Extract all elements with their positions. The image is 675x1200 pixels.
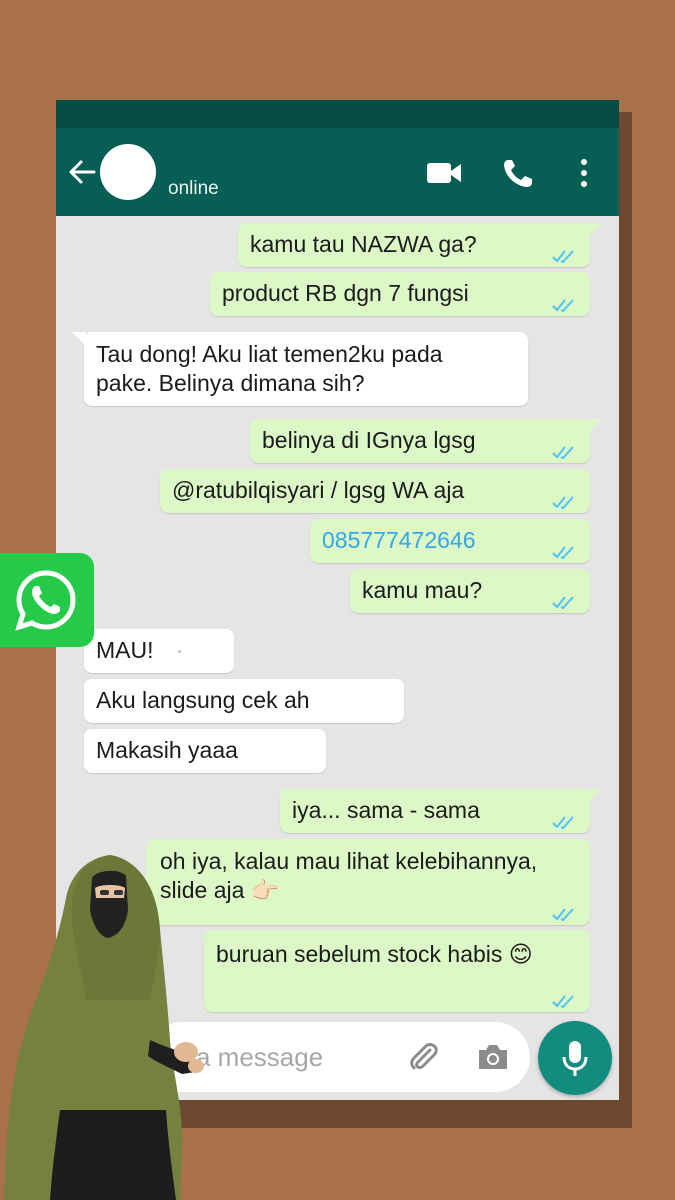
message-text: @ratubilqisyari / lgsg WA aja <box>172 477 465 503</box>
message-outgoing: iya... sama - sama <box>280 789 602 833</box>
read-ticks-icon <box>552 546 574 559</box>
voice-record-button[interactable] <box>538 1021 612 1095</box>
message-incoming: Makasih yaaa <box>84 729 326 773</box>
message-outgoing: buruan sebelum stock habis 😊 <box>204 930 590 1012</box>
read-ticks-icon <box>552 250 574 263</box>
contact-avatar[interactable] <box>100 144 156 200</box>
read-ticks-icon <box>552 446 574 459</box>
whatsapp-logo-icon <box>15 570 76 631</box>
message-outgoing: kamu mau? <box>350 569 590 613</box>
message-text: Makasih yaaa <box>96 737 238 763</box>
message-text: slide aja 👉🏻 <box>160 877 280 903</box>
message-text: belinya di IGnya lgsg <box>262 427 476 453</box>
person-illustration <box>4 855 204 1200</box>
message-text: kamu mau? <box>362 577 483 603</box>
message-outgoing: belinya di IGnya lgsg <box>250 419 602 463</box>
message-outgoing: @ratubilqisyari / lgsg WA aja <box>160 469 590 513</box>
contact-status: online <box>168 178 219 199</box>
read-ticks-icon <box>552 908 574 921</box>
read-ticks-icon <box>552 496 574 509</box>
video-call-icon[interactable] <box>426 158 462 188</box>
message-text: Tau dong! Aku liat temen2ku pada <box>96 341 443 367</box>
mic-icon <box>562 1041 588 1076</box>
phone-call-icon[interactable] <box>502 158 534 188</box>
message-text: pake. Belinya dimana sih? <box>96 370 365 396</box>
message-incoming: Aku langsung cek ah <box>84 679 404 723</box>
message-text: iya... sama - sama <box>292 797 480 823</box>
phone-number-link[interactable]: 085777472646 <box>322 527 476 553</box>
message-incoming: MAU! <box>84 629 234 673</box>
message-outgoing: kamu tau NAZWA ga? <box>238 223 602 267</box>
chat-header: online <box>56 128 619 216</box>
more-vert-icon[interactable] <box>574 158 594 188</box>
read-ticks-icon <box>552 816 574 829</box>
whatsapp-badge <box>0 553 94 647</box>
message-outgoing: product RB dgn 7 fungsi <box>210 272 590 316</box>
message-text: Aku langsung cek ah <box>96 687 310 713</box>
camera-icon[interactable] <box>476 1042 510 1072</box>
message-text: oh iya, kalau mau lihat kelebihannya, <box>160 848 538 874</box>
message-text: kamu tau NAZWA ga? <box>250 231 477 257</box>
message-text: buruan sebelum stock habis 😊 <box>216 941 533 967</box>
back-arrow-icon[interactable] <box>66 152 98 192</box>
read-ticks-icon <box>552 596 574 609</box>
status-dot <box>177 650 181 654</box>
read-ticks-icon <box>552 995 574 1008</box>
message-text: product RB dgn 7 fungsi <box>222 280 469 306</box>
attach-icon[interactable] <box>406 1040 440 1074</box>
message-outgoing: 085777472646 <box>310 519 590 563</box>
message-text: MAU! <box>96 637 154 663</box>
read-ticks-icon <box>552 299 574 312</box>
status-bar <box>56 100 619 128</box>
message-input-placeholder: a message <box>196 1042 324 1072</box>
message-incoming: Tau dong! Aku liat temen2ku pada pake. B… <box>72 332 528 406</box>
